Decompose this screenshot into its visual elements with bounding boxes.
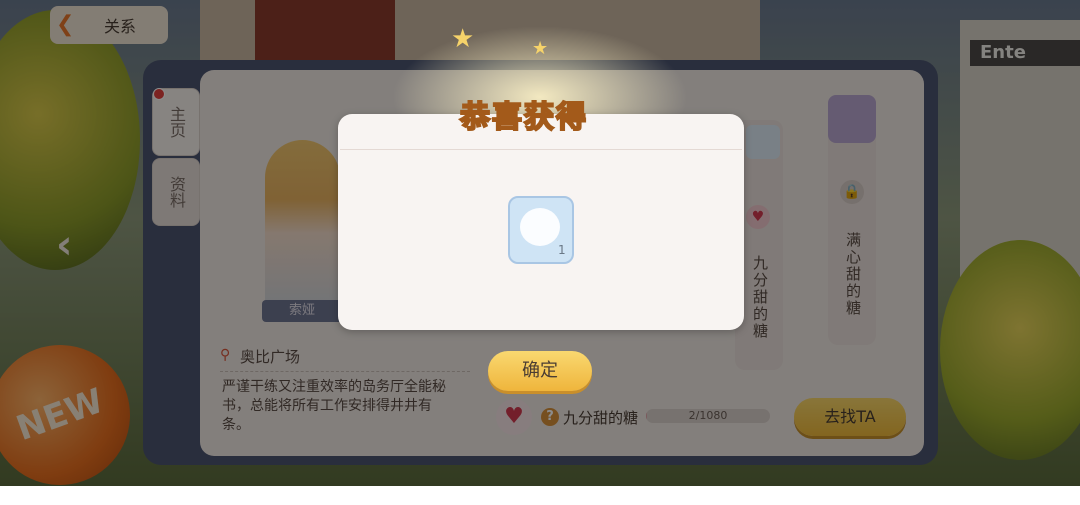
dialog-divider	[340, 149, 742, 150]
star-icon: ★	[451, 24, 474, 54]
reward-count: 1	[558, 243, 566, 257]
bear-icon	[520, 208, 560, 246]
dialog-title: 恭喜获得	[460, 92, 588, 136]
star-icon: ★	[532, 38, 548, 59]
confirm-button[interactable]: 确定	[488, 351, 592, 391]
